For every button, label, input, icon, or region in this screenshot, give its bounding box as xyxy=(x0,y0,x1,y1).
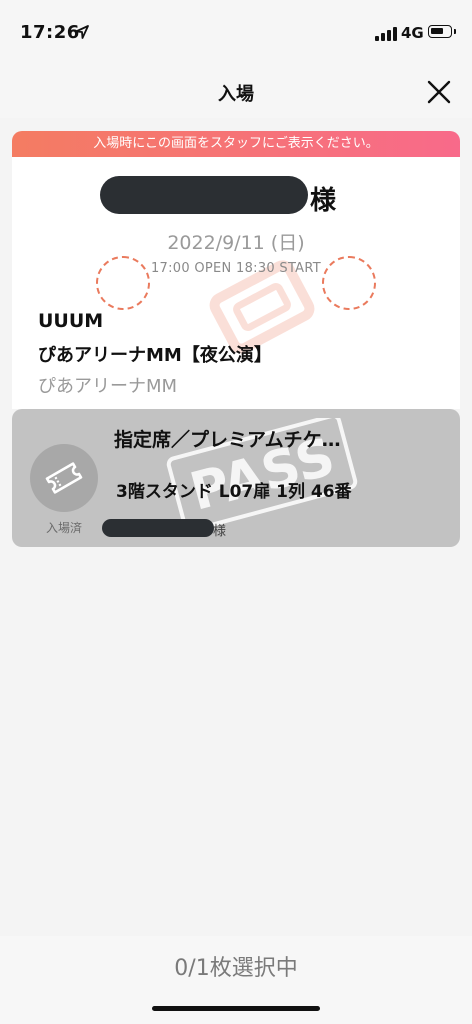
entry-status-label: 入場済 xyxy=(45,521,82,535)
event-time: 17:00 OPEN 18:30 START xyxy=(150,261,322,276)
selection-count: 0/1枚選択中 xyxy=(174,956,298,981)
venue-name: ぴあアリーナMM xyxy=(38,376,178,397)
close-icon[interactable] xyxy=(424,77,454,107)
seat-type: 指定席／プレミアムチケ… xyxy=(114,429,341,451)
nav-bar: 入場 xyxy=(0,66,472,118)
battery-icon xyxy=(428,25,456,38)
event-date: 2022/9/11 (日) xyxy=(167,232,305,254)
ticket-icon xyxy=(30,444,98,512)
redacted-name-bar xyxy=(100,176,308,214)
holder-honorific: 様 xyxy=(213,524,227,539)
page-title: 入場 xyxy=(218,84,254,105)
honorific-label: 様 xyxy=(310,186,337,216)
status-bar: 17:26 4G xyxy=(0,0,472,66)
redacted-holder-bar xyxy=(102,519,214,537)
home-indicator[interactable] xyxy=(152,1006,320,1011)
status-time: 17:26 xyxy=(20,22,80,43)
seat-location: 3階スタンド L07扉 1列 46番 xyxy=(116,482,352,502)
location-arrow-icon xyxy=(75,25,89,39)
signal-icon xyxy=(375,27,397,41)
event-title: ぴあアリーナMM【夜公演】 xyxy=(38,345,272,366)
organizer-name: UUUM xyxy=(38,310,104,332)
network-type: 4G xyxy=(401,24,424,42)
staff-notice-banner: 入場時にこの画面をスタッフにご表示ください。 xyxy=(12,131,460,157)
